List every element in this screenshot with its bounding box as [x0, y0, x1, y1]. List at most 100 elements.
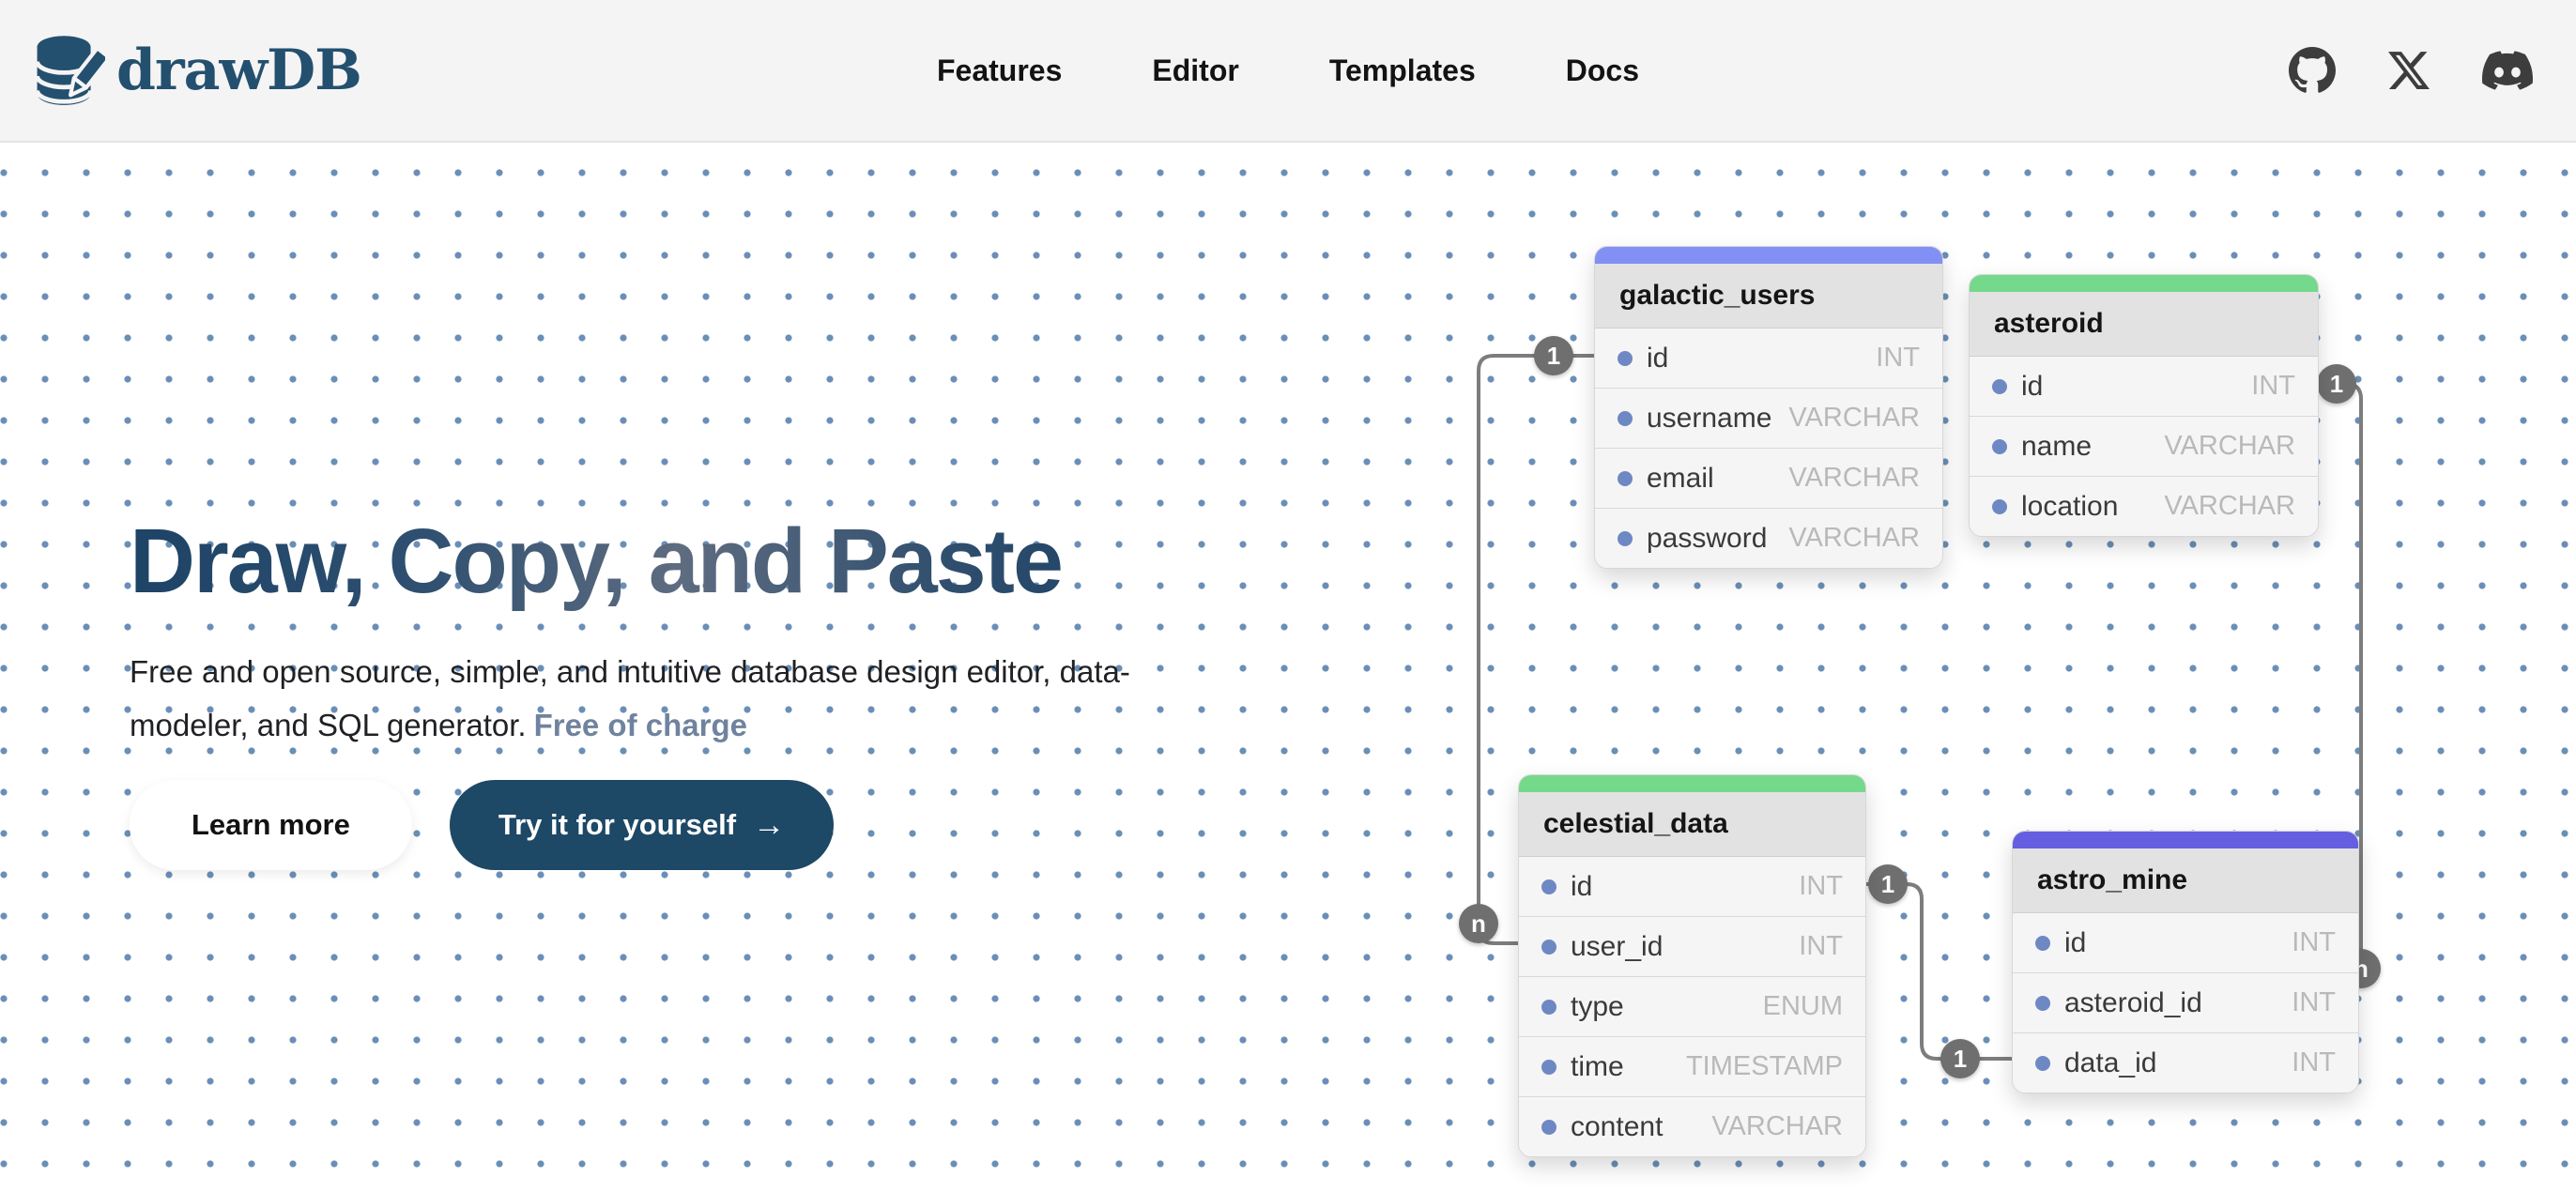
table-title: asteroid: [1970, 292, 2318, 357]
field-type: INT: [2251, 371, 2295, 402]
arrow-right-icon: →: [753, 809, 785, 841]
table-field-row: id INT: [2013, 913, 2358, 972]
table-celestial_data: celestial_dataid INT user_idINTtype ENUM tim…: [1518, 774, 1866, 1157]
field-name: email: [1647, 463, 1714, 495]
field-name: name: [2021, 431, 2092, 463]
table-field-row: id INT: [1970, 357, 2318, 416]
cardinality-badge-r3-one: 1: [2317, 364, 2356, 404]
hero-section: Draw, Copy, and Paste Free and open sour…: [130, 512, 1275, 870]
nav-item-templates[interactable]: Templates: [1329, 53, 1476, 88]
field-name-group: name: [1992, 431, 2092, 463]
cardinality-badge-r2-one-a: 1: [1868, 864, 1908, 904]
field-type: VARCHAR: [1788, 523, 1920, 554]
field-type: INT: [2292, 1047, 2336, 1078]
field-dot-icon: [1618, 351, 1633, 366]
table-field-row: email VARCHAR: [1595, 448, 1942, 508]
field-name: id: [1571, 871, 1592, 903]
field-type: VARCHAR: [1788, 463, 1920, 494]
x-twitter-link[interactable]: [2388, 50, 2430, 91]
field-name: time: [1571, 1051, 1624, 1083]
nav-item-docs[interactable]: Docs: [1566, 53, 1639, 88]
field-dot-icon: [1541, 1000, 1556, 1015]
field-dot-icon: [1618, 411, 1633, 426]
field-name: id: [2021, 371, 2043, 403]
hero-buttons: Learn more Try it for yourself→: [130, 780, 1275, 870]
field-name: location: [2021, 491, 2118, 523]
field-dot-icon: [2035, 1056, 2050, 1071]
field-name-group: id: [1541, 871, 1592, 903]
field-type: TIMESTAMP: [1686, 1051, 1843, 1082]
field-type: INT: [2292, 987, 2336, 1018]
cardinality-badge-r1-many: n: [1459, 904, 1498, 943]
cardinality-badge-r2-one-b: 1: [1940, 1039, 1980, 1078]
field-name-group: content: [1541, 1111, 1663, 1143]
learn-more-button[interactable]: Learn more: [130, 780, 412, 870]
field-name-group: username: [1618, 403, 1771, 435]
discord-icon: [2482, 45, 2533, 96]
field-name: content: [1571, 1111, 1663, 1143]
table-field-row: content VARCHAR: [1519, 1096, 1865, 1156]
field-type: VARCHAR: [1788, 403, 1920, 434]
logo[interactable]: drawDB: [34, 0, 361, 141]
table-field-row: id INT: [1595, 329, 1942, 388]
table-title: celestial_data: [1519, 792, 1865, 857]
drawdb-landing-page: 1n111n galactic_usersidINTusernameVARCHA…: [0, 0, 2576, 1192]
field-type: INT: [2292, 927, 2336, 958]
field-name-group: type: [1541, 991, 1624, 1023]
github-icon: [2289, 47, 2336, 94]
field-name-group: data_id: [2035, 1047, 2156, 1079]
table-field-row: location VARCHAR: [1970, 476, 2318, 536]
field-name-group: asteroid_id: [2035, 987, 2202, 1019]
hero-title: Draw, Copy, and Paste: [130, 512, 1275, 611]
field-name-group: id: [2035, 927, 2086, 959]
field-dot-icon: [1541, 940, 1556, 955]
hero-subtitle: Free and open source, simple, and intuit…: [130, 645, 1162, 752]
main-nav: Features Editor Templates Docs: [937, 0, 1639, 141]
table-title: astro_mine: [2013, 848, 2358, 913]
field-type: ENUM: [1763, 991, 1843, 1022]
field-name-group: time: [1541, 1051, 1624, 1083]
table-galactic_users: galactic_usersidINTusernameVARCHARemailV…: [1594, 246, 1943, 569]
field-name-group: user_id: [1541, 931, 1663, 963]
field-dot-icon: [1541, 879, 1556, 894]
table-accent-bar: [1519, 775, 1865, 792]
field-dot-icon: [1541, 1120, 1556, 1135]
table-field-row: asteroid_id INT: [2013, 972, 2358, 1032]
cardinality-badge-r1-one: 1: [1534, 336, 1573, 375]
field-dot-icon: [1618, 531, 1633, 546]
table-field-row: user_idINT: [1519, 916, 1865, 976]
table-field-row: password VARCHAR: [1595, 508, 1942, 568]
field-name: data_id: [2064, 1047, 2156, 1079]
table-field-row: name VARCHAR: [1970, 416, 2318, 476]
field-dot-icon: [1992, 499, 2007, 514]
field-type: INT: [1799, 871, 1843, 902]
github-link[interactable]: [2289, 47, 2336, 94]
nav-item-editor[interactable]: Editor: [1152, 53, 1238, 88]
table-asteroid: asteroid id INT name VARCHAR location VARCHAR: [1969, 274, 2319, 537]
table-field-row: data_id INT: [2013, 1032, 2358, 1093]
field-name-group: password: [1618, 523, 1767, 555]
discord-link[interactable]: [2482, 45, 2533, 96]
field-type: INT: [1876, 343, 1920, 374]
field-name: type: [1571, 991, 1624, 1023]
table-field-row: type ENUM: [1519, 976, 1865, 1036]
field-name-group: id: [1618, 343, 1668, 374]
table-accent-bar: [2013, 832, 2358, 848]
field-type: VARCHAR: [2164, 491, 2295, 522]
field-name: id: [1647, 343, 1668, 374]
nav-item-features[interactable]: Features: [937, 53, 1062, 88]
free-of-charge-highlight: Free of charge: [534, 708, 747, 742]
field-type: VARCHAR: [1711, 1111, 1843, 1142]
social-links: [2289, 0, 2533, 141]
field-name-group: email: [1618, 463, 1714, 495]
header: drawDB Features Editor Templates Docs: [0, 0, 2576, 143]
field-dot-icon: [1992, 379, 2007, 394]
field-dot-icon: [2035, 936, 2050, 951]
field-type: VARCHAR: [2164, 431, 2295, 462]
table-field-row: time TIMESTAMP: [1519, 1036, 1865, 1096]
field-name: username: [1647, 403, 1771, 435]
table-accent-bar: [1970, 275, 2318, 292]
field-name: id: [2064, 927, 2086, 959]
try-it-button[interactable]: Try it for yourself→: [450, 780, 834, 870]
table-field-row: username VARCHAR: [1595, 388, 1942, 448]
